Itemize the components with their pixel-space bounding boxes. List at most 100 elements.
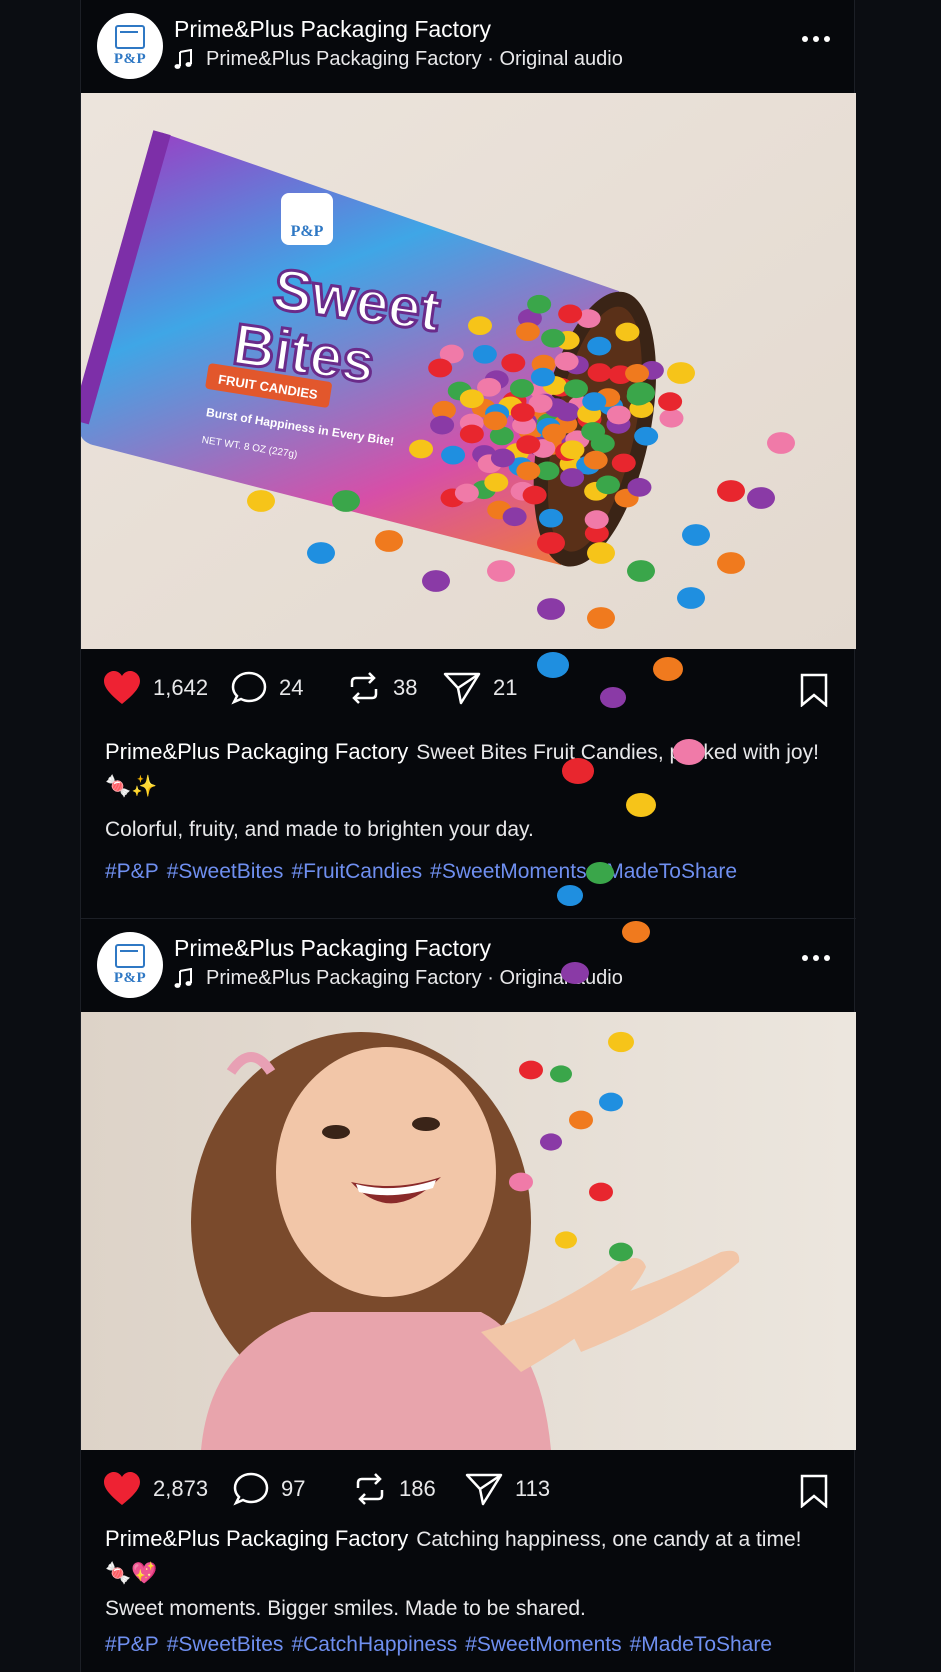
bookmark-button[interactable] xyxy=(800,673,828,712)
candy xyxy=(606,405,631,425)
sub-caption: Colorful, fruity, and made to brighten y… xyxy=(105,818,534,841)
candy xyxy=(627,560,655,582)
caption-author[interactable]: Prime&Plus Packaging Factory xyxy=(105,739,408,764)
candy xyxy=(600,687,626,708)
candy xyxy=(608,1031,634,1053)
hashtags: #P&P #SweetBites #CatchHappiness #SweetMome… xyxy=(81,1633,856,1657)
like-button[interactable]: 2,873 xyxy=(103,1472,208,1506)
candy xyxy=(560,468,585,487)
candy xyxy=(487,560,515,582)
more-options-icon[interactable] xyxy=(802,36,830,42)
hashtag[interactable]: #FruitCandies xyxy=(291,860,422,883)
audio-row[interactable]: Prime&Plus Packaging Factory · Original … xyxy=(174,967,623,990)
girl-catching-candy-photo xyxy=(81,1012,856,1450)
heart-icon xyxy=(104,671,140,704)
audio-row[interactable]: Prime&Plus Packaging Factory · Original … xyxy=(174,48,623,71)
candy xyxy=(587,542,615,564)
share-count: 113 xyxy=(515,1476,551,1501)
bag-brand: P&P xyxy=(291,223,324,240)
comment-button[interactable]: 97 xyxy=(233,1472,305,1506)
box-logo-icon xyxy=(115,943,145,968)
hashtags: #P&P #SweetBites #FruitCandies #SweetMoment… xyxy=(81,860,856,884)
candy xyxy=(658,392,683,411)
candy xyxy=(767,432,795,454)
candy xyxy=(375,530,403,552)
repost-button[interactable]: 38 xyxy=(347,671,417,705)
hashtag[interactable]: #SweetBites xyxy=(167,860,284,883)
candy xyxy=(541,328,566,348)
avatar[interactable]: P&P xyxy=(97,13,163,79)
more-options-icon[interactable] xyxy=(802,955,830,961)
candy xyxy=(558,304,583,324)
candy xyxy=(659,408,684,428)
action-bar: 1,642 24 38 21 xyxy=(81,649,856,735)
candy xyxy=(483,411,508,431)
hashtag[interactable]: #SweetMoments xyxy=(465,1633,621,1656)
comment-count: 24 xyxy=(279,675,304,700)
post-image[interactable] xyxy=(81,1012,856,1450)
candy xyxy=(522,485,547,505)
repost-icon xyxy=(356,1473,384,1505)
hashtag[interactable]: #CatchHappiness xyxy=(291,1633,457,1656)
candy xyxy=(717,552,745,574)
hashtag[interactable]: #SweetMoments xyxy=(430,860,586,883)
candy xyxy=(555,1231,577,1249)
comment-icon xyxy=(233,1472,269,1506)
comment-button[interactable]: 24 xyxy=(231,671,303,705)
candy xyxy=(615,322,640,342)
candy xyxy=(490,448,515,468)
candy xyxy=(627,382,655,404)
repost-button[interactable]: 186 xyxy=(353,1472,436,1506)
bookmark-button[interactable] xyxy=(800,1474,828,1513)
music-note-icon xyxy=(174,967,194,990)
candy xyxy=(677,587,705,609)
comment-count: 97 xyxy=(281,1476,306,1501)
share-count: 21 xyxy=(493,675,518,700)
hashtag[interactable]: #P&P xyxy=(105,860,159,883)
candy xyxy=(667,362,695,384)
candy xyxy=(587,363,612,382)
candy xyxy=(634,426,659,446)
candy xyxy=(515,322,540,342)
avatar[interactable]: P&P xyxy=(97,932,163,998)
candy xyxy=(519,1060,543,1080)
candy xyxy=(537,652,569,678)
candy xyxy=(584,510,609,529)
hashtag[interactable]: #MadeToShare xyxy=(630,1633,772,1656)
post-1: P&P Prime&Plus Packaging Factory Prime&P… xyxy=(81,0,856,884)
candy xyxy=(441,445,466,465)
candy xyxy=(560,440,585,460)
author-name[interactable]: Prime&Plus Packaging Factory xyxy=(174,16,491,43)
candy xyxy=(587,607,615,629)
candy xyxy=(454,483,479,503)
candy xyxy=(247,490,275,512)
avatar-text: P&P xyxy=(113,50,147,67)
candy xyxy=(468,316,493,336)
post-image[interactable]: P&P Sweet Bites FRUIT CANDIES Burst of H… xyxy=(81,93,856,649)
share-button[interactable]: 113 xyxy=(465,1472,550,1506)
hashtag[interactable]: #MadeToShare xyxy=(595,860,737,883)
share-button[interactable]: 21 xyxy=(443,671,517,705)
author-name[interactable]: Prime&Plus Packaging Factory xyxy=(174,935,491,962)
candy xyxy=(538,508,563,528)
music-note-icon xyxy=(174,48,194,71)
candy xyxy=(430,415,455,435)
candy xyxy=(587,336,612,356)
candy xyxy=(502,507,527,527)
hashtag[interactable]: #SweetBites xyxy=(167,1633,284,1656)
candy xyxy=(459,424,484,444)
candy xyxy=(428,358,453,378)
candy xyxy=(516,435,541,454)
candy xyxy=(537,598,565,620)
hashtag[interactable]: #P&P xyxy=(105,1633,159,1656)
candy xyxy=(747,487,775,509)
like-button[interactable]: 1,642 xyxy=(103,671,208,705)
candy xyxy=(510,403,535,422)
heart-icon xyxy=(104,1472,140,1505)
candy xyxy=(332,490,360,512)
candy xyxy=(626,793,656,817)
candy xyxy=(682,524,710,546)
like-count: 2,873 xyxy=(153,1476,209,1501)
box-logo-icon xyxy=(115,24,145,49)
caption: Prime&Plus Packaging Factory Sweet Bites … xyxy=(81,735,856,804)
